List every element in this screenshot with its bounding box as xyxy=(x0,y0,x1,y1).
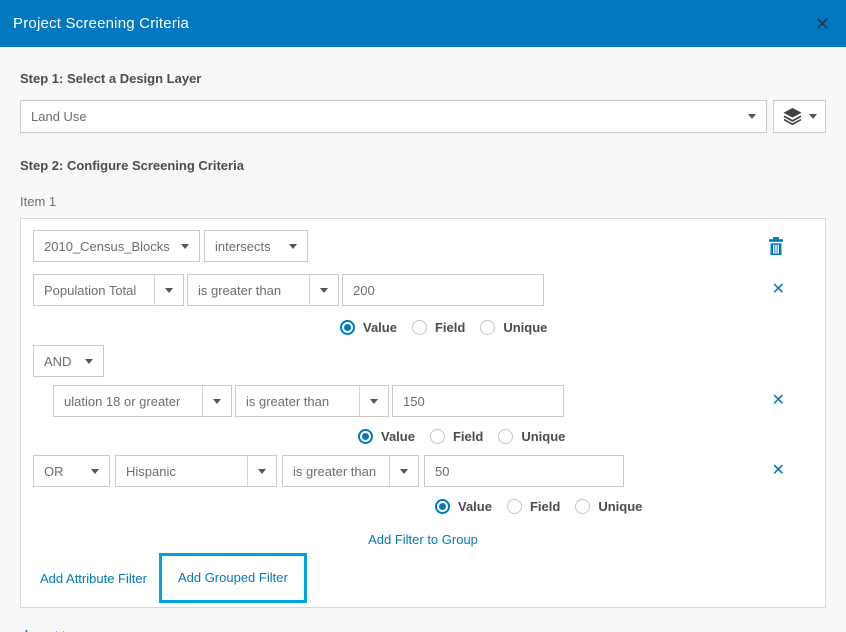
radio-field-2[interactable] xyxy=(430,429,445,444)
delete-item-button[interactable] xyxy=(767,236,813,256)
operator-dropdown-1[interactable]: is greater than xyxy=(187,274,339,306)
chevron-down-icon xyxy=(85,359,93,364)
filter-links-row: Add Attribute Filter Add Grouped Filter xyxy=(33,553,813,603)
radio-unique-label: Unique xyxy=(503,320,547,335)
operator-value-2: is greater than xyxy=(246,394,329,409)
radio-unique-1[interactable] xyxy=(480,320,495,335)
operator-dropdown-3[interactable]: is greater than xyxy=(282,455,419,487)
operator-value-3: is greater than xyxy=(293,464,376,479)
radio-unique-label: Unique xyxy=(598,499,642,514)
radio-value-2[interactable] xyxy=(358,429,373,444)
chevron-down-icon xyxy=(370,399,378,404)
radio-value-1[interactable] xyxy=(340,320,355,335)
value-type-radios-3: Value Field Unique xyxy=(435,497,813,515)
dropdown-caret-section xyxy=(154,275,173,305)
field-value-1: Population Total xyxy=(44,283,136,298)
attribute-filter-row-1: Population Total is greater than ✕ xyxy=(33,274,813,306)
radio-value-3[interactable] xyxy=(435,499,450,514)
spatial-relation-value: intersects xyxy=(215,239,271,254)
radio-field-label: Field xyxy=(435,320,465,335)
field-value-3: Hispanic xyxy=(126,464,176,479)
value-type-radios-2: Value Field Unique xyxy=(358,427,813,445)
radio-field-label: Field xyxy=(530,499,560,514)
step2-label: Step 2: Configure Screening Criteria xyxy=(20,158,826,173)
add-item-label: Add Item xyxy=(42,629,94,632)
chevron-down-icon xyxy=(748,114,756,119)
field-dropdown-2[interactable]: ulation 18 or greater xyxy=(53,385,232,417)
remove-filter-icon-3[interactable]: ✕ xyxy=(772,463,813,479)
step1-label: Step 1: Select a Design Layer xyxy=(20,71,826,86)
operator-value-1: is greater than xyxy=(198,283,281,298)
remove-filter-icon-2[interactable]: ✕ xyxy=(772,393,813,409)
layer-list-button[interactable] xyxy=(773,100,826,133)
operator-dropdown-2[interactable]: is greater than xyxy=(235,385,389,417)
group-logic-dropdown[interactable]: AND xyxy=(33,345,104,377)
add-grouped-filter-link[interactable]: Add Grouped Filter xyxy=(178,570,288,585)
radio-unique-2[interactable] xyxy=(498,429,513,444)
item-box: 2010_Census_Blocks intersects xyxy=(20,218,826,608)
radio-unique-3[interactable] xyxy=(575,499,590,514)
logic-dropdown-3[interactable]: OR xyxy=(33,455,110,487)
spatial-relation-dropdown[interactable]: intersects xyxy=(204,230,308,262)
filter-value-input-1[interactable] xyxy=(342,274,544,306)
radio-field-3[interactable] xyxy=(507,499,522,514)
group-logic-value: AND xyxy=(44,354,71,369)
chevron-down-icon xyxy=(213,399,221,404)
dropdown-caret-section xyxy=(202,386,221,416)
radio-value-label: Value xyxy=(381,429,415,444)
chevron-down-icon xyxy=(181,244,189,249)
field-dropdown-3[interactable]: Hispanic xyxy=(115,455,277,487)
layers-icon xyxy=(783,108,802,125)
value-type-radios-1: Value Field Unique xyxy=(340,318,813,336)
attribute-filter-row-3: OR Hispanic is greater than ✕ xyxy=(33,455,813,487)
spatial-filter-row: 2010_Census_Blocks intersects xyxy=(33,230,813,262)
chevron-down-icon xyxy=(289,244,297,249)
design-layer-row: Land Use xyxy=(20,100,826,133)
close-icon[interactable]: ✕ xyxy=(815,15,830,33)
chevron-down-icon xyxy=(258,469,266,474)
add-filter-to-group-row: Add Filter to Group xyxy=(33,531,813,549)
chevron-down-icon xyxy=(320,288,328,293)
add-filter-to-group-link[interactable]: Add Filter to Group xyxy=(368,532,478,547)
logic-value-3: OR xyxy=(44,464,64,479)
add-item-button[interactable]: + Add Item xyxy=(20,627,94,632)
group-logic-row: AND xyxy=(33,345,813,377)
dialog-body: Step 1: Select a Design Layer Land Use S… xyxy=(0,71,846,632)
trash-icon xyxy=(767,236,785,256)
attribute-filter-row-2: ulation 18 or greater is greater than ✕ xyxy=(53,385,813,417)
project-screening-dialog: Project Screening Criteria ✕ Step 1: Sel… xyxy=(0,0,846,632)
dropdown-caret-section xyxy=(247,456,266,486)
radio-field-1[interactable] xyxy=(412,320,427,335)
field-value-2: ulation 18 or greater xyxy=(64,394,180,409)
chevron-down-icon xyxy=(809,114,817,119)
add-attribute-filter-link[interactable]: Add Attribute Filter xyxy=(40,571,147,586)
chevron-down-icon xyxy=(91,469,99,474)
tutorial-highlight-box: Add Grouped Filter xyxy=(159,553,307,603)
design-layer-select[interactable]: Land Use xyxy=(20,100,767,133)
radio-field-label: Field xyxy=(453,429,483,444)
radio-value-label: Value xyxy=(363,320,397,335)
screening-layer-value: 2010_Census_Blocks xyxy=(44,239,170,254)
dialog-title: Project Screening Criteria xyxy=(13,15,189,32)
plus-icon: + xyxy=(20,627,33,632)
chevron-down-icon xyxy=(165,288,173,293)
screening-layer-dropdown[interactable]: 2010_Census_Blocks xyxy=(33,230,200,262)
radio-value-label: Value xyxy=(458,499,492,514)
radio-unique-label: Unique xyxy=(521,429,565,444)
dialog-header: Project Screening Criteria ✕ xyxy=(0,0,846,47)
field-dropdown-1[interactable]: Population Total xyxy=(33,274,184,306)
filter-value-input-2[interactable] xyxy=(392,385,564,417)
remove-filter-icon-1[interactable]: ✕ xyxy=(772,282,813,298)
item-label: Item 1 xyxy=(20,194,826,209)
dropdown-caret-section xyxy=(389,456,408,486)
dropdown-caret-section xyxy=(309,275,328,305)
chevron-down-icon xyxy=(400,469,408,474)
dropdown-caret-section xyxy=(359,386,378,416)
filter-value-input-3[interactable] xyxy=(424,455,624,487)
design-layer-value: Land Use xyxy=(31,109,87,124)
